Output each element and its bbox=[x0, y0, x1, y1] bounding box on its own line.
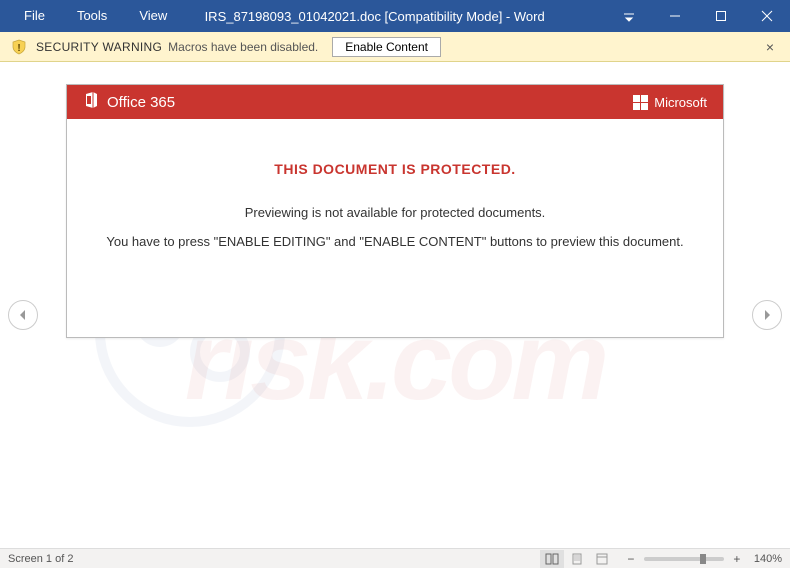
zoom-control: − + 140% bbox=[624, 552, 782, 566]
screen-indicator[interactable]: Screen 1 of 2 bbox=[8, 553, 73, 565]
svg-text:!: ! bbox=[17, 43, 20, 54]
status-bar: Screen 1 of 2 − + 140% bbox=[0, 548, 790, 568]
microsoft-logo-icon bbox=[633, 95, 648, 110]
microsoft-label: Microsoft bbox=[654, 95, 707, 110]
menu-view[interactable]: View bbox=[123, 0, 183, 32]
protected-message-1: Previewing is not available for protecte… bbox=[91, 205, 699, 220]
close-warning-icon[interactable]: × bbox=[760, 39, 780, 55]
read-mode-button[interactable] bbox=[540, 550, 564, 568]
protected-message-2: You have to press "ENABLE EDITING" and "… bbox=[91, 234, 699, 249]
menu-bar: File Tools View bbox=[0, 0, 183, 32]
shield-warning-icon: ! bbox=[10, 38, 28, 56]
protected-title: THIS DOCUMENT IS PROTECTED. bbox=[91, 161, 699, 177]
next-page-button[interactable] bbox=[752, 300, 782, 330]
security-warning-message: Macros have been disabled. bbox=[168, 40, 318, 54]
view-mode-group bbox=[540, 550, 614, 568]
window-controls bbox=[606, 0, 790, 32]
web-layout-button[interactable] bbox=[590, 550, 614, 568]
zoom-in-button[interactable]: + bbox=[730, 552, 744, 566]
office365-label: Office 365 bbox=[107, 94, 175, 111]
maximize-button[interactable] bbox=[698, 0, 744, 32]
title-bar: File Tools View IRS_87198093_01042021.do… bbox=[0, 0, 790, 32]
document-body: THIS DOCUMENT IS PROTECTED. Previewing i… bbox=[67, 119, 723, 249]
zoom-slider[interactable] bbox=[644, 557, 724, 561]
close-button[interactable] bbox=[744, 0, 790, 32]
zoom-percent[interactable]: 140% bbox=[754, 553, 782, 565]
document-title: IRS_87198093_01042021.doc [Compatibility… bbox=[183, 9, 606, 24]
zoom-out-button[interactable]: − bbox=[624, 552, 638, 566]
minimize-button[interactable] bbox=[652, 0, 698, 32]
document-page: Office 365 Microsoft THIS DOCUMENT IS PR… bbox=[66, 84, 724, 338]
print-layout-button[interactable] bbox=[565, 550, 589, 568]
previous-page-button[interactable] bbox=[8, 300, 38, 330]
security-warning-bar: ! SECURITY WARNING Macros have been disa… bbox=[0, 32, 790, 62]
zoom-slider-thumb[interactable] bbox=[700, 554, 706, 564]
document-header: Office 365 Microsoft bbox=[67, 85, 723, 119]
security-warning-label: SECURITY WARNING bbox=[36, 40, 162, 54]
menu-file[interactable]: File bbox=[8, 0, 61, 32]
ribbon-toggle-icon[interactable] bbox=[606, 0, 652, 32]
menu-tools[interactable]: Tools bbox=[61, 0, 123, 32]
enable-content-button[interactable]: Enable Content bbox=[332, 37, 441, 57]
document-workspace: PC risk.com Office 365 Microsoft THIS DO… bbox=[0, 62, 790, 568]
office-icon bbox=[83, 91, 99, 113]
